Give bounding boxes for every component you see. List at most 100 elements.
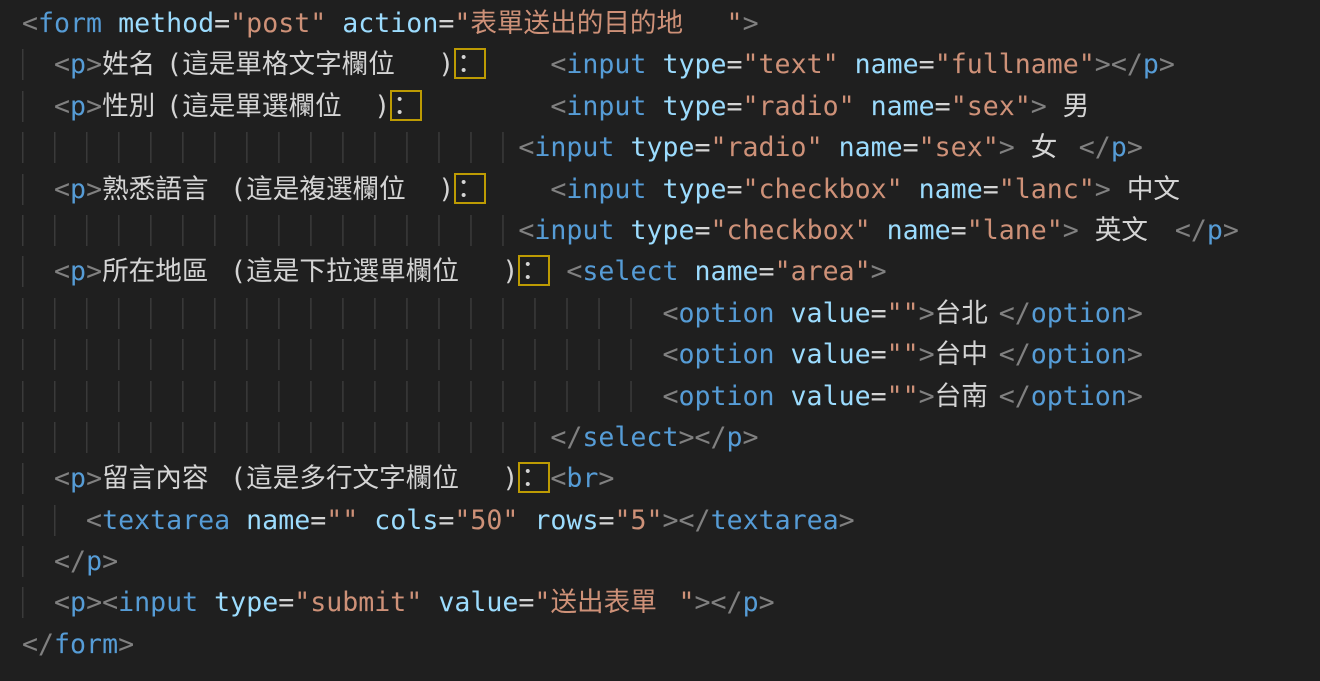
indent-guides [22, 381, 662, 412]
code-token-cjk: 這是單格文字欄位 [182, 44, 438, 85]
code-token-str: "radio" [743, 91, 855, 122]
code-token-cjk: 女 [1031, 127, 1063, 168]
code-line[interactable]: <p>熟悉語言(這是複選欄位)： <input type="checkbox" … [22, 169, 1320, 210]
code-token-str: "radio" [711, 132, 823, 163]
code-token-txt: ) [502, 463, 518, 494]
code-token-attr: value [791, 298, 871, 329]
code-token-tag: select [582, 422, 678, 453]
code-line[interactable]: <form method="post" action="表單送出的目的地"> [22, 3, 1320, 44]
code-line[interactable]: <textarea name="" cols="50" rows="5"></t… [22, 500, 1320, 541]
code-token-attr: type [214, 587, 278, 618]
code-line[interactable]: <input type="radio" name="sex"> 女 </p> [22, 127, 1320, 168]
indent-guides [22, 256, 54, 287]
code-token-br: > [999, 132, 1015, 163]
code-token-str: "5" [614, 505, 662, 536]
code-line[interactable]: </p> [22, 541, 1320, 582]
code-token-eq: = [759, 256, 775, 287]
code-token-attr: name [695, 256, 759, 287]
code-token-sp [823, 132, 839, 163]
code-token-str: "sex" [951, 91, 1031, 122]
code-token-attr: action [342, 8, 438, 39]
code-token-br: > [598, 463, 614, 494]
code-token-tag: select [582, 256, 678, 287]
code-token-cjk: 中文 [1127, 169, 1191, 210]
code-token-txt: ( [230, 463, 246, 494]
indent-guides [22, 174, 54, 205]
code-token-sp [775, 298, 791, 329]
code-token-br: > [1127, 132, 1143, 163]
code-token-eq: = [903, 132, 919, 163]
code-token-txt: ) [374, 91, 390, 122]
editor-code-area[interactable]: <form method="post" action="表單送出的目的地"> <… [0, 0, 1320, 681]
code-token-attr: type [662, 91, 726, 122]
code-token-sp [422, 587, 438, 618]
code-token-strcjk: 表單送出的目的地 [470, 3, 726, 44]
code-token-str: "" [887, 339, 919, 370]
indent-guides [22, 132, 518, 163]
indent-guides [22, 49, 54, 80]
code-token-sp [102, 8, 118, 39]
code-token-eq: = [694, 132, 710, 163]
code-line[interactable]: </select></p> [22, 417, 1320, 458]
code-token-sp [230, 505, 246, 536]
code-token-br: </ [711, 587, 743, 618]
code-token-eq: = [919, 49, 935, 80]
code-token-br: > [743, 422, 759, 453]
code-token-br: > [1095, 49, 1111, 80]
code-token-eq: = [951, 215, 967, 246]
code-token-br: < [86, 505, 102, 536]
code-token-attr: name [839, 132, 903, 163]
code-token-br: > [86, 91, 102, 122]
code-token-str: " [534, 587, 550, 618]
unicode-highlight-colon-box: ： [454, 48, 486, 79]
code-token-txt: ( [166, 49, 182, 80]
code-line[interactable]: <option value="">台北</option> [22, 293, 1320, 334]
code-token-br: > [678, 422, 694, 453]
code-line[interactable]: <p>所在地區(這是下拉選單欄位)： <select name="area"> [22, 251, 1320, 292]
indent-guides [22, 463, 54, 494]
indent-guides [22, 546, 54, 577]
code-token-str: "" [887, 298, 919, 329]
code-token-cjk: 性別 [102, 86, 166, 127]
code-token-attr: method [118, 8, 214, 39]
code-line[interactable]: <option value="">台南</option> [22, 376, 1320, 417]
code-token-br: </ [54, 546, 86, 577]
code-token-br: </ [22, 629, 54, 660]
code-token-br: < [662, 339, 678, 370]
code-line[interactable]: <option value="">台中</option> [22, 334, 1320, 375]
code-token-tag: form [38, 8, 102, 39]
code-token-tag: input [534, 132, 614, 163]
code-line[interactable]: </form> [22, 624, 1320, 665]
code-line[interactable]: <p>性別(這是單選欄位)： <input type="radio" name=… [22, 86, 1320, 127]
code-token-tag: input [118, 587, 198, 618]
code-token-tag: textarea [102, 505, 230, 536]
code-token-br: > [86, 463, 102, 494]
code-token-cjk: 台中 [935, 334, 999, 375]
code-token-eq: = [727, 174, 743, 205]
code-token-attr: name [246, 505, 310, 536]
code-token-txt: ) [438, 49, 454, 80]
code-token-cjk: 男 [1063, 86, 1095, 127]
code-token-eq: = [598, 505, 614, 536]
indent-guides [22, 215, 518, 246]
code-line[interactable]: <p>姓名(這是單格文字欄位)： <input type="text" name… [22, 44, 1320, 85]
code-token-br: > [1159, 49, 1175, 80]
code-token-sp [1111, 174, 1127, 205]
code-token-br: > [919, 381, 935, 412]
code-token-br: </ [694, 422, 726, 453]
code-token-tag: option [678, 381, 774, 412]
code-token-br: > [695, 587, 711, 618]
code-token-tag: p [1143, 49, 1159, 80]
code-token-tag: option [678, 339, 774, 370]
unicode-highlight-colon-box: ： [518, 462, 550, 493]
code-token-br: < [54, 256, 70, 287]
code-token-br: > [86, 587, 102, 618]
code-line[interactable]: <p><input type="submit" value="送出表單"></p… [22, 582, 1320, 623]
code-line[interactable]: <input type="checkbox" name="lane"> 英文 <… [22, 210, 1320, 251]
code-token-attr: type [630, 132, 694, 163]
code-line[interactable]: <p>留言內容(這是多行文字欄位)：<br> [22, 458, 1320, 499]
code-token-sp [646, 91, 662, 122]
code-token-attr: name [887, 215, 951, 246]
code-token-sp [903, 174, 919, 205]
indent-guides [22, 422, 550, 453]
